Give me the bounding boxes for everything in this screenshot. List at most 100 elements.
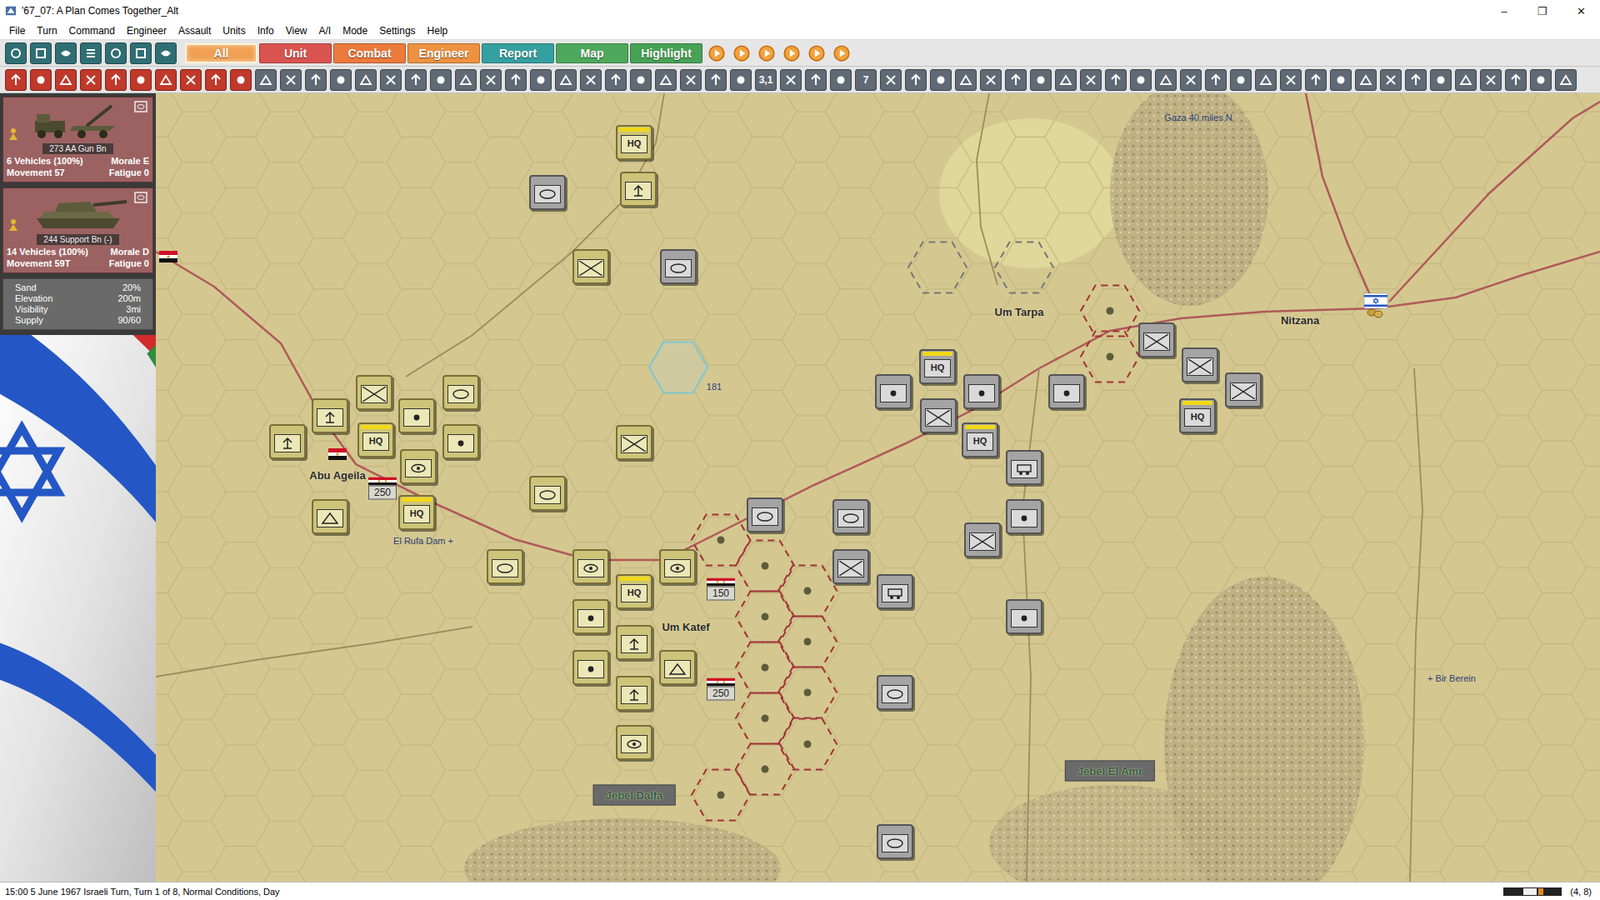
toolbar-button[interactable] [5, 69, 27, 91]
toolbar-button[interactable] [405, 69, 427, 91]
toolbar-button[interactable] [1255, 69, 1277, 91]
toolbar-button[interactable] [205, 69, 227, 91]
toolbar-button[interactable] [905, 69, 927, 91]
toolbar-button[interactable] [780, 69, 802, 91]
unit-counter[interactable] [1181, 347, 1219, 383]
toolbar-button[interactable] [1055, 69, 1077, 91]
toolbar-button[interactable] [180, 69, 202, 91]
unit-counter[interactable] [311, 398, 349, 434]
unit-counter[interactable]: HQ [615, 125, 653, 160]
toolbar-button[interactable] [1530, 69, 1552, 91]
menu-item[interactable]: Info [251, 25, 280, 37]
unit-counter[interactable]: HQ [1179, 398, 1216, 434]
unit-counter[interactable] [1138, 322, 1175, 358]
toolbar-button[interactable] [1155, 69, 1177, 91]
toolbar-button[interactable] [1205, 69, 1227, 91]
toolbar-button[interactable] [530, 69, 552, 91]
toolbar-button[interactable] [130, 69, 152, 91]
menu-item[interactable]: Mode [336, 25, 374, 37]
playback-button[interactable] [705, 42, 728, 65]
unit-counter[interactable] [746, 497, 784, 533]
unit-counter[interactable]: HQ [398, 495, 435, 530]
unit-counter[interactable] [269, 424, 306, 460]
toolbar-button[interactable] [1330, 69, 1352, 91]
unit-counter[interactable] [659, 549, 696, 585]
mode-tab[interactable]: Report [481, 43, 555, 64]
unit-counter[interactable] [572, 249, 610, 285]
unit-counter[interactable] [615, 425, 653, 460]
toolbar-button[interactable] [1230, 69, 1252, 91]
toolbar-button[interactable] [1505, 69, 1527, 91]
toolbar-button[interactable] [555, 69, 577, 91]
toolbar-button[interactable] [380, 69, 402, 91]
unit-counter[interactable] [620, 171, 657, 207]
toolbar-button[interactable] [55, 69, 77, 91]
unit-card[interactable]: 273 AA Gun Bn6 Vehicles (100%)Morale EMo… [2, 96, 154, 183]
unit-counter[interactable] [572, 599, 610, 635]
toolbar-button[interactable] [80, 69, 102, 91]
toolbar-button[interactable] [105, 69, 127, 91]
toolbar-button[interactable] [930, 69, 952, 91]
unit-counter[interactable] [832, 549, 870, 585]
toolbar-button[interactable] [30, 42, 52, 65]
menu-item[interactable]: Turn [30, 25, 63, 37]
unit-counter[interactable] [398, 398, 435, 434]
toolbar-button[interactable] [880, 69, 902, 91]
toolbar-button[interactable] [580, 69, 602, 91]
toolbar-button[interactable] [255, 69, 277, 91]
unit-counter[interactable] [876, 675, 914, 710]
unit-counter[interactable] [963, 374, 1000, 410]
toolbar-button[interactable] [1080, 69, 1102, 91]
toolbar-button[interactable] [230, 69, 252, 91]
unit-counter[interactable] [876, 824, 914, 860]
menu-item[interactable]: Settings [373, 25, 421, 37]
mode-tab[interactable]: All [185, 43, 258, 64]
mode-tab[interactable]: Engineer [407, 43, 480, 64]
toolbar-button[interactable] [955, 69, 977, 91]
unit-counter[interactable] [400, 449, 437, 485]
toolbar-button[interactable] [1430, 69, 1452, 91]
unit-counter[interactable] [659, 650, 696, 685]
unit-counter[interactable]: HQ [961, 422, 999, 458]
mode-tab[interactable]: Map [555, 43, 629, 64]
toolbar-button[interactable] [1180, 69, 1202, 91]
unit-counter[interactable] [486, 549, 524, 585]
toolbar-button[interactable] [705, 69, 727, 91]
toolbar-button[interactable] [805, 69, 827, 91]
menu-item[interactable]: Command [63, 25, 121, 37]
toolbar-button[interactable] [680, 69, 702, 91]
toolbar-button[interactable] [1280, 69, 1302, 91]
toolbar-button[interactable] [1105, 69, 1127, 91]
toolbar-button[interactable] [505, 69, 527, 91]
toolbar-button[interactable] [155, 69, 177, 91]
toolbar-button[interactable] [630, 69, 652, 91]
toolbar-button[interactable] [5, 42, 27, 65]
unit-counter[interactable] [311, 499, 349, 535]
menu-item[interactable]: Engineer [120, 25, 173, 37]
toolbar-button[interactable]: 3,1 [755, 69, 777, 91]
toolbar-button[interactable] [1455, 69, 1477, 91]
hex-map[interactable]: HQHQHQHQHQHQHQ250150250Gaza 40 miles NUm… [155, 93, 1600, 882]
unit-counter[interactable] [529, 175, 566, 210]
toolbar-button[interactable] [480, 69, 502, 91]
playback-button[interactable] [830, 42, 853, 65]
toolbar-button[interactable] [1380, 69, 1402, 91]
unit-counter[interactable] [1005, 450, 1043, 485]
unit-counter[interactable] [1048, 374, 1085, 410]
menu-item[interactable]: A/I [313, 25, 338, 37]
unit-counter[interactable]: HQ [615, 574, 653, 610]
toolbar-button[interactable] [655, 69, 677, 91]
unit-counter[interactable] [832, 499, 870, 535]
toolbar-button[interactable] [330, 69, 352, 91]
unit-counter[interactable] [1005, 599, 1043, 635]
toolbar-button[interactable] [105, 42, 127, 65]
menu-item[interactable]: Assault [172, 25, 217, 37]
menu-item[interactable]: Units [216, 25, 251, 37]
menu-item[interactable]: Help [421, 25, 455, 37]
mode-tab[interactable]: Unit [259, 43, 332, 64]
toolbar-button[interactable] [830, 69, 852, 91]
toolbar-button[interactable] [1130, 69, 1152, 91]
unit-counter[interactable] [572, 549, 610, 585]
toolbar-button[interactable] [1355, 69, 1377, 91]
playback-button[interactable] [755, 42, 778, 65]
